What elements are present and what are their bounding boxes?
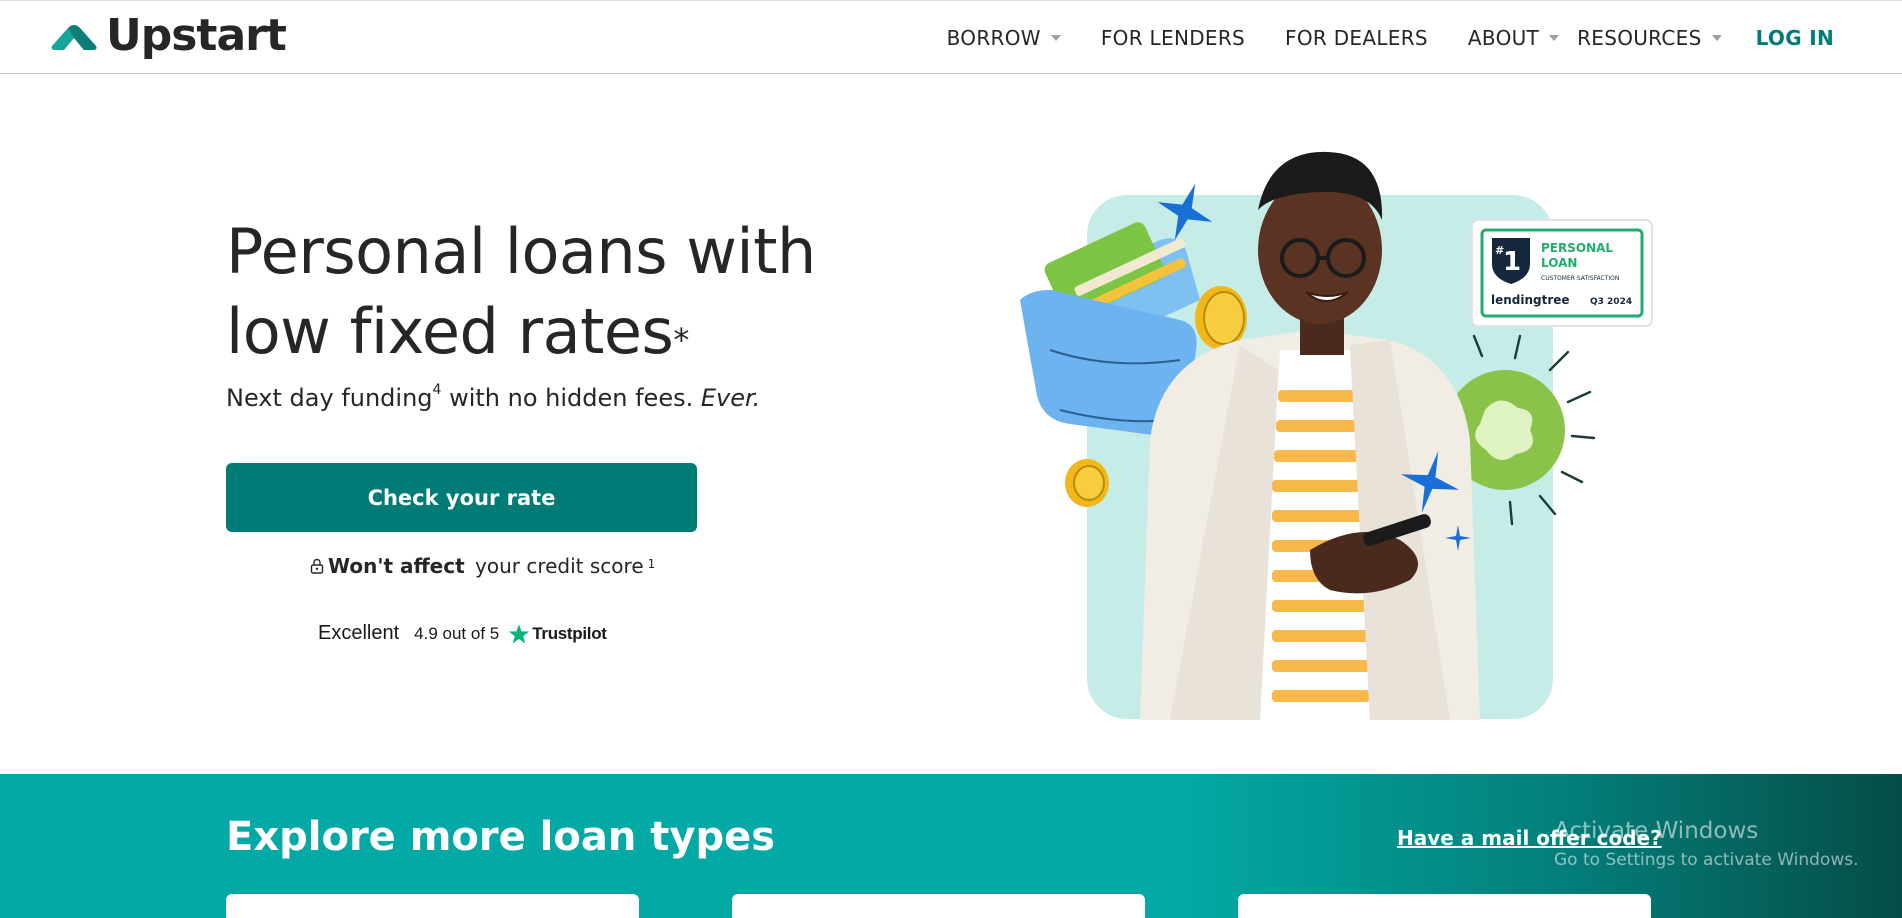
badge-brand: lendingtree [1491, 293, 1570, 307]
trustpilot-rating-word: Excellent [318, 622, 400, 644]
nav-for-dealers-label: FOR DEALERS [1285, 26, 1428, 50]
credit-note: Won't affect your credit score 1 [310, 554, 655, 578]
credit-footnote[interactable]: 1 [648, 557, 656, 571]
title-footnote-mark: * [673, 321, 689, 359]
site-header: Upstart BORROW FOR LENDERS FOR DEALERS A… [0, 0, 1902, 74]
explore-loan-types-section: Explore more loan types Have a mail offe… [0, 774, 1902, 918]
watermark-line-1: Activate Windows [1554, 818, 1759, 844]
trustpilot-widget[interactable]: Excellent 4.9 out of 5 Trustpilot [318, 622, 607, 645]
nav-for-lenders-label: FOR LENDERS [1100, 26, 1246, 50]
chevron-down-icon [1050, 35, 1061, 41]
nav-for-dealers[interactable]: FOR DEALERS [1245, 26, 1428, 50]
loan-type-card[interactable] [732, 894, 1145, 918]
badge-line-1: PERSONAL [1541, 241, 1613, 255]
login-link[interactable]: LOG IN [1722, 26, 1834, 50]
credit-note-rest: your credit score [468, 554, 644, 578]
chevron-down-icon [1549, 35, 1560, 41]
nav-borrow-label: BORROW [946, 26, 1041, 50]
nav-borrow[interactable]: BORROW [947, 26, 1061, 50]
title-line-2: low fixed rates [226, 295, 674, 368]
coin-icon [1065, 459, 1109, 507]
badge-rank: 1 [1503, 247, 1521, 277]
logo-wordmark: Upstart [106, 10, 287, 61]
credit-note-bold: Won't affect [328, 554, 465, 578]
upstart-logo-icon [51, 25, 97, 50]
page-title: Personal loans with low fixed rates* [226, 212, 906, 372]
hero-subtitle: Next day funding4 with no hidden fees. E… [226, 382, 761, 412]
explore-title: Explore more loan types [226, 814, 776, 860]
main-nav: BORROW FOR LENDERS FOR DEALERS ABOUT RES… [947, 1, 1834, 75]
nav-resources[interactable]: RESOURCES [1559, 26, 1722, 50]
lendingtree-award-badge: # 1 PERSONAL LOAN CUSTOMER SATISFACTION … [1471, 219, 1653, 327]
nav-for-lenders[interactable]: FOR LENDERS [1061, 26, 1245, 50]
trustpilot-score: 4.9 out of 5 [414, 623, 500, 643]
badge-period: Q3 2024 [1590, 297, 1632, 307]
subtitle-part-a: Next day funding [226, 384, 433, 412]
nav-resources-label: RESOURCES [1577, 26, 1702, 50]
loan-type-card[interactable] [1238, 894, 1651, 918]
chevron-down-icon [1711, 35, 1722, 41]
trustpilot-brand: Trustpilot [532, 623, 607, 643]
windows-activation-watermark: Activate Windows Go to Settings to activ… [1554, 818, 1859, 870]
subtitle-emphasis: Ever. [700, 384, 761, 412]
badge-line-3: CUSTOMER SATISFACTION [1541, 275, 1619, 282]
title-line-1: Personal loans with [226, 215, 816, 288]
check-rate-button[interactable]: Check your rate [226, 463, 697, 532]
nav-about-label: ABOUT [1467, 26, 1540, 50]
upstart-logo[interactable]: Upstart [48, 10, 287, 61]
subtitle-part-b: with no hidden fees. [441, 384, 701, 412]
nav-about[interactable]: ABOUT [1428, 26, 1560, 50]
trustpilot-star-icon [509, 623, 530, 643]
watermark-line-2: Go to Settings to activate Windows. [1554, 850, 1859, 870]
badge-line-2: LOAN [1541, 256, 1577, 270]
loan-type-card[interactable] [226, 894, 639, 918]
subtitle-footnote[interactable]: 4 [433, 382, 442, 398]
lock-icon [310, 558, 324, 574]
hero-illustration: # 1 PERSONAL LOAN CUSTOMER SATISFACTION … [1020, 151, 1653, 720]
